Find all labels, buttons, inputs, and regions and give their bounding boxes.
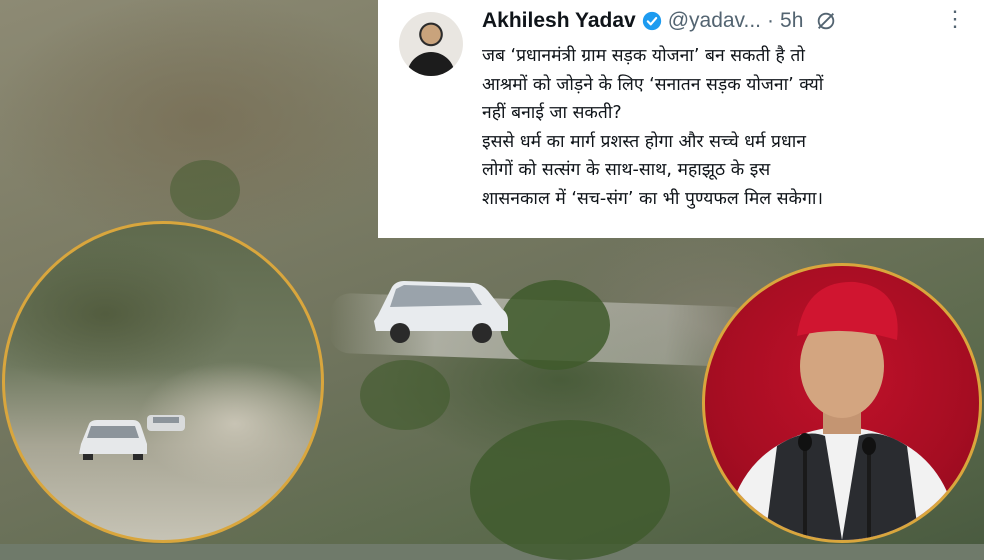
avatar[interactable]: [399, 12, 463, 76]
avatar-shoulders: [407, 52, 455, 76]
speaker-portrait-inset: [702, 263, 982, 543]
dusty-road-inset: [2, 221, 324, 543]
mute-bell-icon[interactable]: [815, 10, 837, 32]
speaker-portrait: [725, 281, 959, 540]
bush: [470, 420, 670, 560]
author-handle[interactable]: @yadav...: [668, 9, 761, 33]
tweet-text: जब ‘प्रधानमंत्री ग्राम सड़क योजना’ बन सक…: [482, 42, 978, 213]
tweet-text-line: इससे धर्म का मार्ग प्रशस्त होगा और सच्चे…: [482, 131, 807, 152]
white-car: [79, 420, 147, 460]
bush: [360, 360, 450, 430]
bush: [170, 160, 240, 220]
tweet-text-line: जब ‘प्रधानमंत्री ग्राम सड़क योजना’ बन सक…: [482, 46, 805, 66]
tweet-text-line: आश्रमों को जोड़ने के लिए ‘सनातन सड़क योज…: [482, 74, 824, 95]
more-options-icon[interactable]: ⋮: [944, 6, 966, 36]
tweet-time[interactable]: 5h: [780, 9, 803, 33]
tweet-card[interactable]: Akhilesh Yadav @yadav... · 5h ⋮ जब ‘प्रध…: [378, 0, 984, 238]
tweet-text-line: नहीं बनाई जा सकती?: [482, 103, 622, 123]
author-name[interactable]: Akhilesh Yadav: [482, 9, 636, 33]
white-suv: [374, 281, 508, 343]
tweet-header: Akhilesh Yadav @yadav... · 5h: [482, 8, 972, 34]
verified-badge-icon: [642, 11, 661, 31]
second-car: [147, 415, 185, 431]
tweet-text-line: लोगों को सत्संग के साथ-साथ, महाझूठ के इस: [482, 160, 771, 180]
bush: [500, 280, 610, 370]
separator-dot: ·: [767, 9, 775, 32]
tweet-text-line: शासनकाल में ‘सच-संग’ का भी पुण्यफल मिल स…: [482, 188, 823, 209]
